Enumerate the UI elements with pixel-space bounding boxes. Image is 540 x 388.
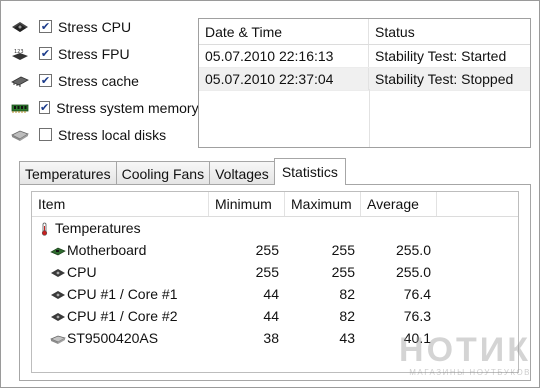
row-item-label: CPU	[67, 264, 97, 280]
log-datetime: 05.07.2010 22:37:04	[199, 68, 369, 90]
row-average: 255.0	[395, 242, 431, 258]
row-item-label: CPU #1 / Core #1	[67, 286, 178, 302]
stress-disks-checkbox[interactable]	[39, 128, 52, 141]
row-item-label: Motherboard	[67, 242, 147, 258]
tab-voltages[interactable]: Voltages	[209, 161, 275, 185]
table-row[interactable]: CPU 255 255 255.0	[32, 261, 518, 283]
stress-memory-label: Stress system memory	[56, 99, 199, 116]
row-maximum: 255	[331, 264, 355, 280]
stress-disks-option[interactable]: Stress local disks	[11, 121, 196, 148]
stress-cache-option[interactable]: ✔ Stress cache	[11, 67, 196, 94]
log-status: Stability Test: Started	[375, 48, 507, 64]
row-item-label: ST9500420AS	[67, 330, 159, 346]
row-average: 76.4	[403, 286, 431, 302]
disk-icon	[11, 128, 29, 142]
stress-cache-checkbox[interactable]: ✔	[39, 74, 52, 87]
stress-cpu-label: Stress CPU	[58, 18, 132, 35]
stress-fpu-option[interactable]: 123 ✔ Stress FPU	[11, 40, 196, 67]
table-row[interactable]: Motherboard 255 255 255.0	[32, 239, 518, 261]
row-maximum: 43	[339, 330, 355, 346]
stability-test-window: ✔ Stress CPU 123 ✔ Stress FPU ✔ Stress c…	[0, 0, 540, 388]
stress-options: ✔ Stress CPU 123 ✔ Stress FPU ✔ Stress c…	[11, 13, 199, 148]
row-item: CPU #1 / Core #1	[32, 283, 209, 305]
stress-memory-checkbox[interactable]: ✔	[39, 101, 51, 114]
log-datetime: 05.07.2010 22:16:13	[199, 45, 369, 67]
stress-cache-label: Stress cache	[58, 72, 139, 89]
group-label: Temperatures	[55, 220, 141, 236]
row-maximum: 255	[331, 242, 355, 258]
log-header: Date & Time Status	[199, 19, 530, 45]
item-column-header[interactable]: Item	[32, 192, 209, 216]
cpu-icon	[50, 288, 66, 300]
table-row[interactable]: CPU #1 / Core #1 44 82 76.4	[32, 283, 518, 305]
statistics-panel: Item Minimum Maximum Average Temperature…	[19, 184, 531, 381]
row-item: ST9500420AS	[32, 327, 209, 349]
group-row[interactable]: Temperatures	[32, 217, 518, 239]
stress-fpu-label: Stress FPU	[58, 45, 130, 62]
statistics-table: Item Minimum Maximum Average Temperature…	[31, 191, 519, 373]
row-average: 40.1	[403, 330, 431, 346]
stress-cpu-checkbox[interactable]: ✔	[39, 20, 52, 33]
row-minimum: 38	[263, 330, 279, 346]
log-row[interactable]: 05.07.2010 22:37:04 Stability Test: Stop…	[199, 68, 530, 91]
row-item: CPU #1 / Core #2	[32, 305, 209, 327]
status-column-header[interactable]: Status	[369, 19, 530, 44]
datetime-column-header[interactable]: Date & Time	[199, 19, 369, 44]
row-minimum: 255	[255, 242, 279, 258]
thermometer-icon	[38, 222, 54, 236]
tab-statistics[interactable]: Statistics	[273, 158, 346, 185]
cache-icon	[11, 74, 29, 88]
row-minimum: 255	[255, 264, 279, 280]
cpu-icon	[11, 20, 29, 34]
cpu-icon	[50, 310, 66, 322]
group-item: Temperatures	[32, 217, 209, 239]
memory-icon	[11, 101, 29, 115]
cpu-icon	[50, 266, 66, 278]
stress-disks-label: Stress local disks	[58, 126, 167, 143]
row-item: CPU	[32, 261, 209, 283]
row-average: 76.3	[403, 308, 431, 324]
row-minimum: 44	[263, 286, 279, 302]
fpu-icon: 123	[11, 47, 29, 61]
log-status: Stability Test: Stopped	[375, 71, 514, 87]
statistics-header: Item Minimum Maximum Average	[32, 192, 518, 217]
tab-cooling-fans[interactable]: Cooling Fans	[115, 161, 211, 185]
log-row[interactable]: 05.07.2010 22:16:13 Stability Test: Star…	[199, 45, 530, 68]
log-column-divider	[369, 89, 370, 147]
minimum-column-header[interactable]: Minimum	[209, 192, 285, 216]
row-maximum: 82	[339, 308, 355, 324]
stress-cpu-option[interactable]: ✔ Stress CPU	[11, 13, 196, 40]
row-average: 255.0	[395, 264, 431, 280]
maximum-column-header[interactable]: Maximum	[285, 192, 361, 216]
tab-strip: Temperatures Cooling Fans Voltages Stati…	[19, 158, 346, 185]
table-row[interactable]: ST9500420AS 38 43 40.1	[32, 327, 518, 349]
motherboard-icon	[50, 244, 66, 256]
row-item-label: CPU #1 / Core #2	[67, 308, 178, 324]
stress-memory-option[interactable]: ✔ Stress system memory	[11, 94, 199, 121]
stress-fpu-checkbox[interactable]: ✔	[39, 47, 52, 60]
row-minimum: 44	[263, 308, 279, 324]
disk-icon	[50, 332, 66, 344]
tab-temperatures[interactable]: Temperatures	[19, 161, 117, 185]
row-item: Motherboard	[32, 239, 209, 261]
test-log-table: Date & Time Status 05.07.2010 22:16:13 S…	[198, 18, 531, 148]
table-row[interactable]: CPU #1 / Core #2 44 82 76.3	[32, 305, 518, 327]
empty-column-header	[437, 192, 518, 216]
row-maximum: 82	[339, 286, 355, 302]
average-column-header[interactable]: Average	[361, 192, 437, 216]
